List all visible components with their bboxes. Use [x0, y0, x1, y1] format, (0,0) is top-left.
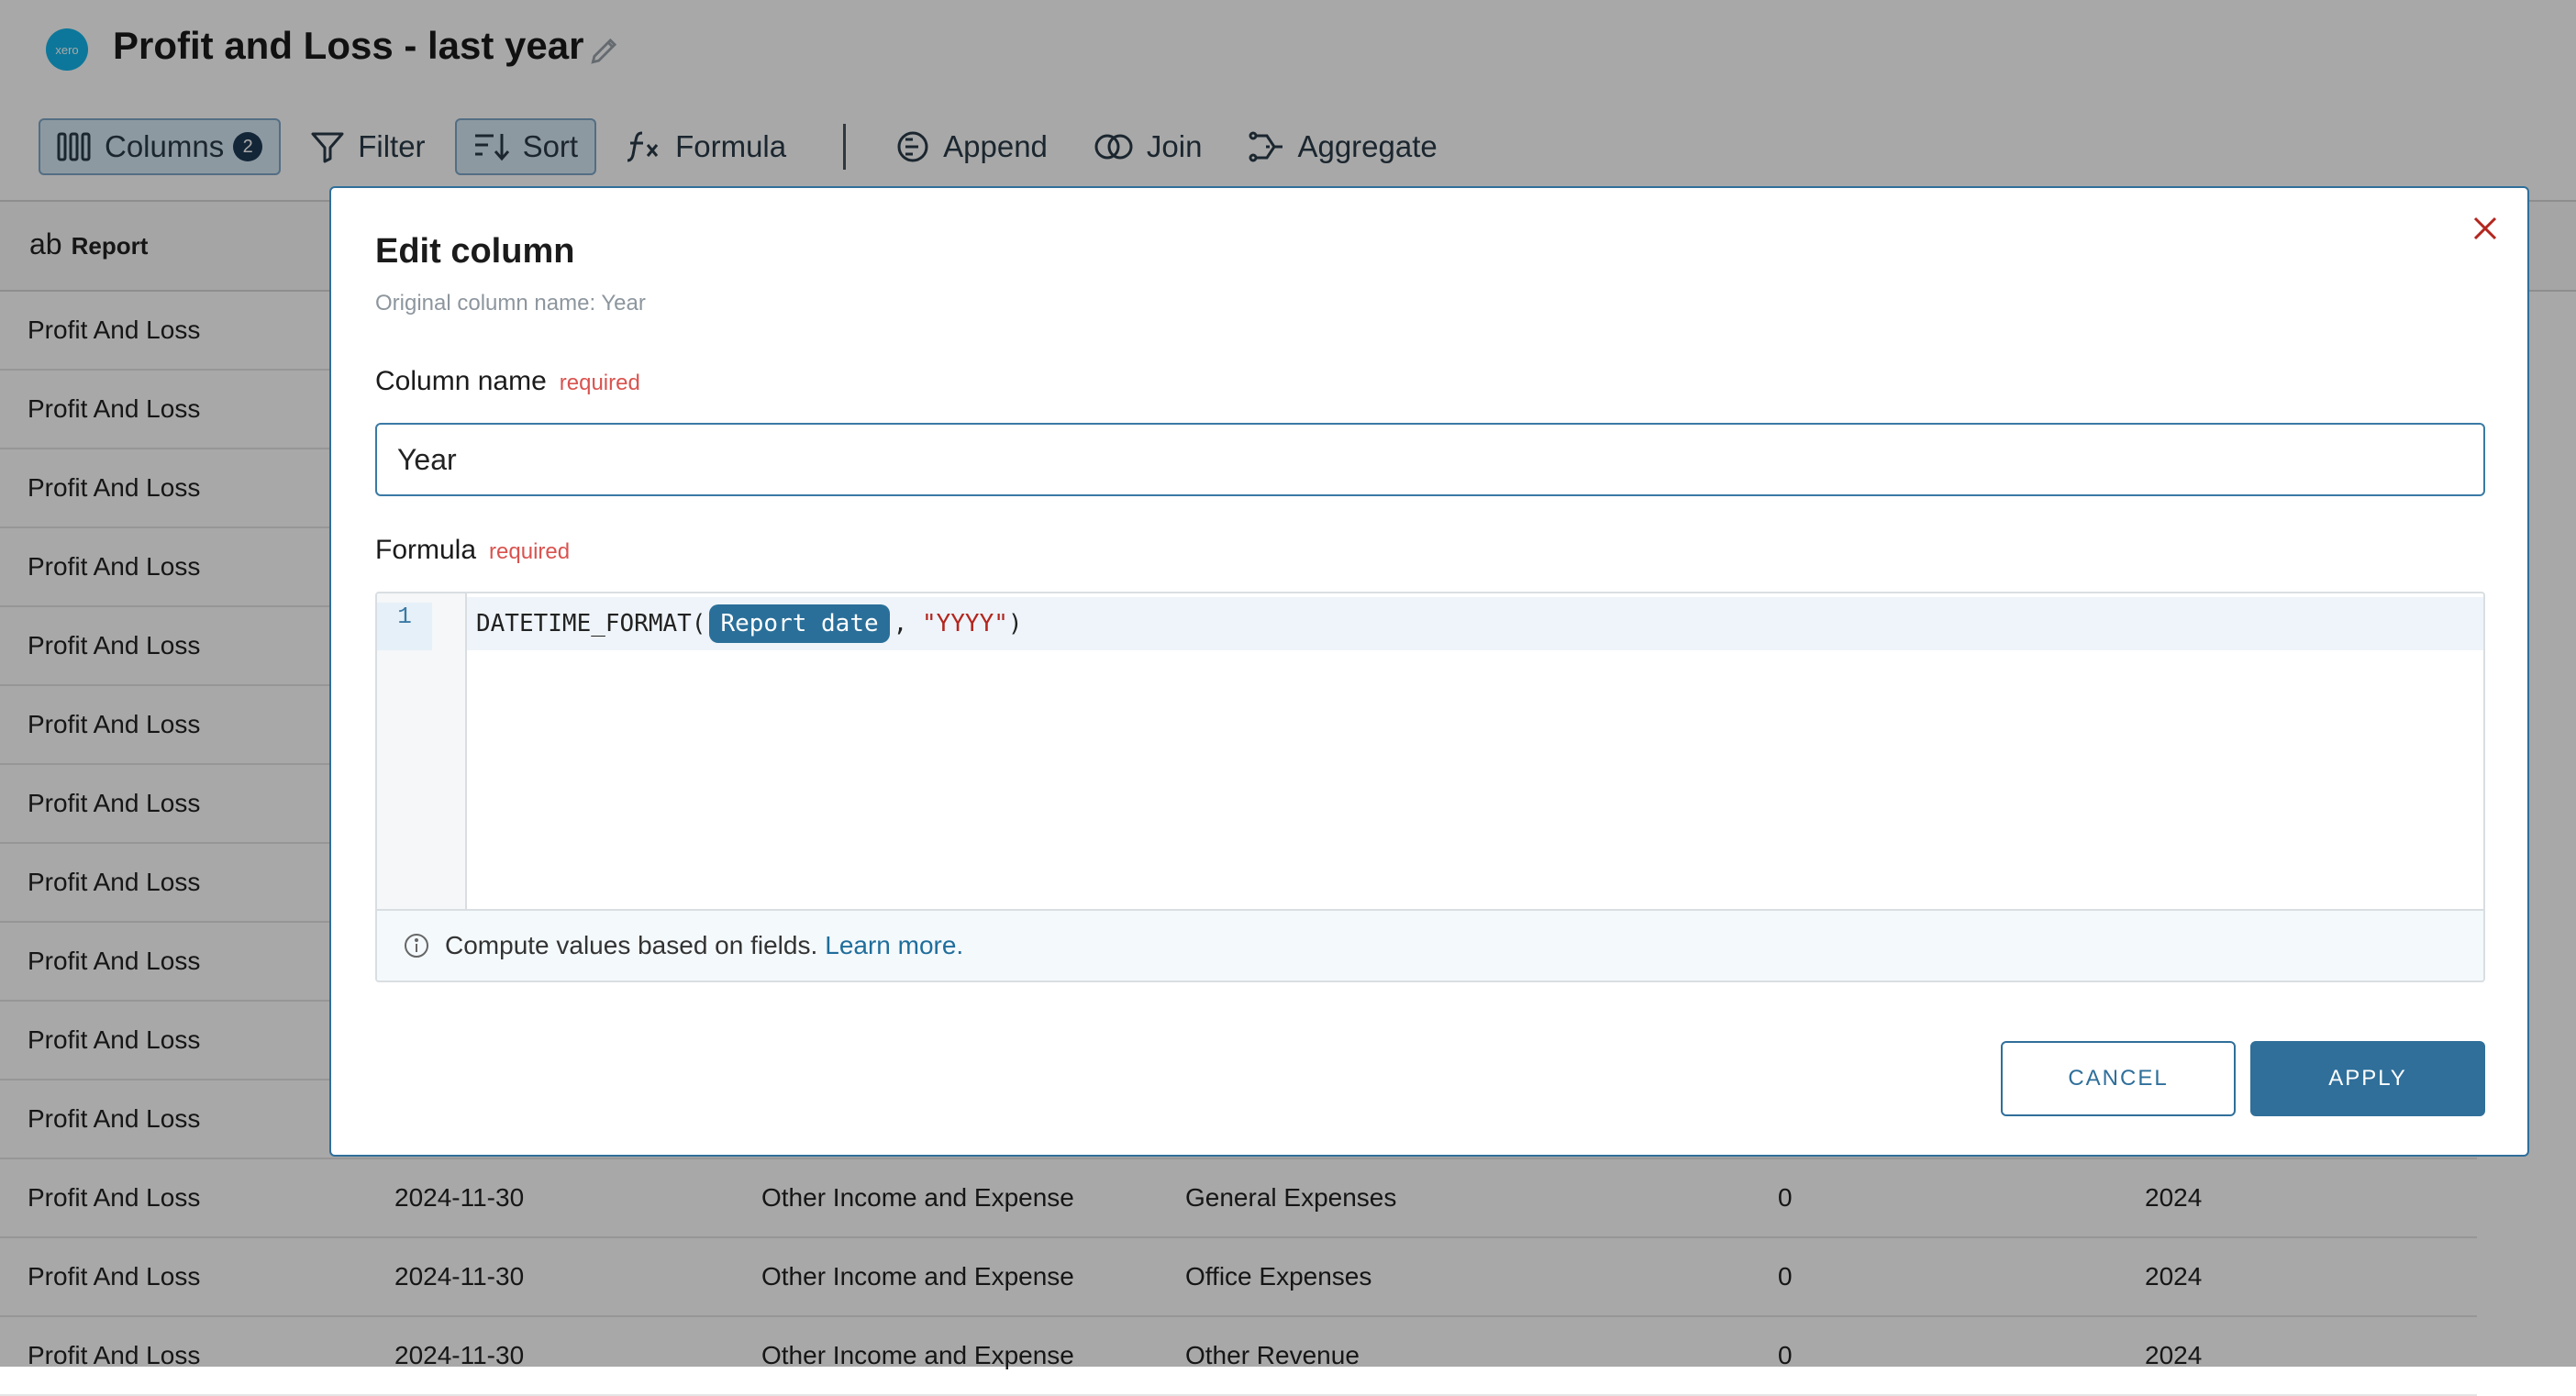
- dialog-title: Edit column: [375, 232, 575, 271]
- edit-column-dialog: Edit column Original column name: Year C…: [329, 186, 2529, 1157]
- formula-string-literal: "YYYY": [921, 610, 1008, 637]
- required-marker: required: [559, 371, 640, 395]
- cancel-button[interactable]: CANCEL: [2001, 1041, 2236, 1116]
- original-column-name: Original column name: Year: [375, 291, 646, 316]
- formula-separator: ,: [893, 610, 922, 637]
- formula-label-text: Formula: [375, 535, 477, 565]
- formula-close-paren: ): [1007, 610, 1023, 637]
- column-name-input[interactable]: [375, 423, 2485, 496]
- editor-gutter: 1: [377, 593, 467, 909]
- formula-code-line[interactable]: DATETIME_FORMAT(Report date, "YYYY"): [467, 597, 2483, 650]
- column-name-label-text: Column name: [375, 366, 547, 396]
- close-button[interactable]: [2467, 210, 2504, 247]
- line-number: 1: [377, 603, 432, 650]
- formula-hint: Compute values based on fields. Learn mo…: [377, 909, 2483, 981]
- column-name-label: Column name required: [375, 366, 640, 397]
- formula-label: Formula required: [375, 535, 570, 566]
- info-icon: [405, 934, 428, 958]
- apply-button[interactable]: APPLY: [2250, 1041, 2485, 1116]
- field-chip-report-date[interactable]: Report date: [709, 604, 890, 643]
- formula-function: DATETIME_FORMAT(: [476, 610, 706, 637]
- hint-text: Compute values based on fields.: [445, 931, 818, 959]
- learn-more-link[interactable]: Learn more.: [825, 931, 963, 960]
- required-marker: required: [489, 539, 571, 564]
- formula-editor[interactable]: 1 DATETIME_FORMAT(Report date, "YYYY") C…: [375, 592, 2485, 982]
- close-icon: [2473, 216, 2497, 240]
